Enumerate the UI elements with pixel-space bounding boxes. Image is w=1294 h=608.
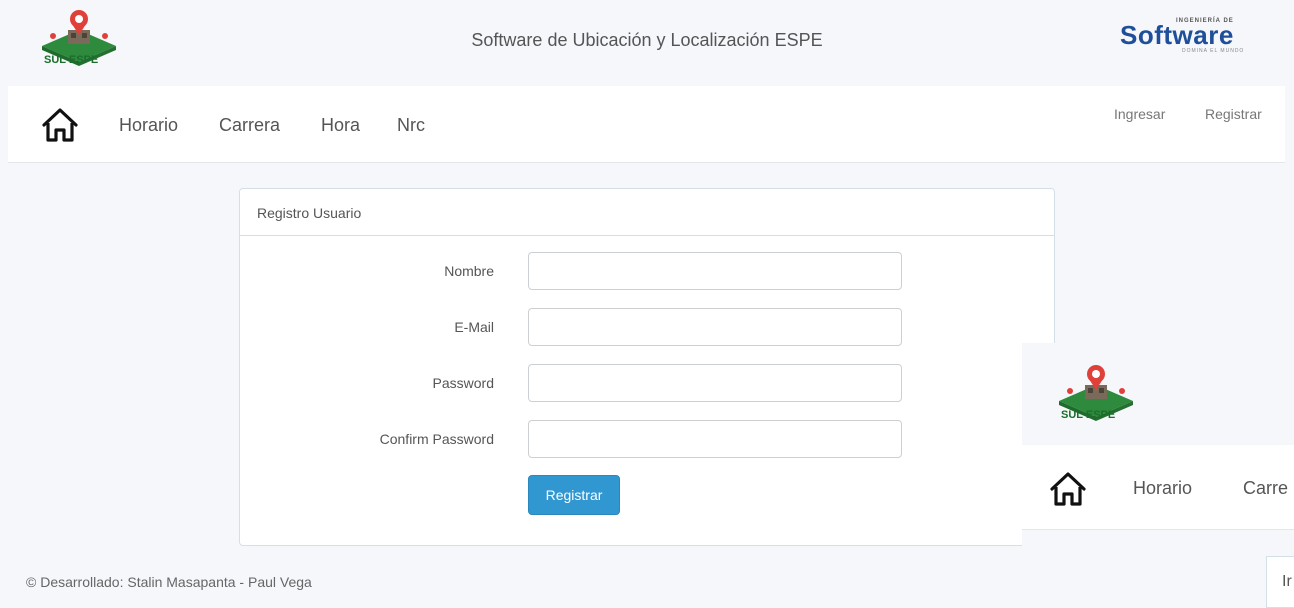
sul-espe-logo-secondary[interactable]: SUL ESPE <box>1055 363 1137 425</box>
secondary-nav-link-carrera[interactable]: Carre <box>1243 478 1288 499</box>
brand-subtitle: INGENIERÍA DE <box>1176 18 1234 24</box>
confirm-password-label: Confirm Password <box>379 431 494 447</box>
nav-link-carrera[interactable]: Carrera <box>219 115 280 136</box>
home-icon-secondary[interactable] <box>1049 471 1087 507</box>
name-input[interactable] <box>528 252 902 290</box>
card-title: Registro Usuario <box>240 189 1054 236</box>
secondary-panel: Ir <box>1266 556 1294 608</box>
secondary-nav-link-horario[interactable]: Horario <box>1133 478 1192 499</box>
nav-link-hora[interactable]: Hora <box>321 115 360 136</box>
site-title: Software de Ubicación y Localización ESP… <box>471 30 823 50</box>
secondary-panel-text: Ir <box>1282 573 1292 590</box>
name-label: Nombre <box>444 263 494 279</box>
register-submit-button[interactable]: Registrar <box>528 475 620 515</box>
register-link[interactable]: Registrar <box>1205 106 1262 122</box>
main-navbar: Horario Carrera Hora Nrc Ingresar Regist… <box>8 86 1285 163</box>
home-icon[interactable] <box>41 107 79 143</box>
svg-text:SUL ESPE: SUL ESPE <box>1061 409 1115 421</box>
brand-tagline: DOMINA EL MUNDO <box>1182 48 1245 54</box>
email-label: E-Mail <box>454 319 494 335</box>
top-banner: SUL ESPE Software de Ubicación y Localiz… <box>0 0 1294 86</box>
software-brand-logo: Software INGENIERÍA DE DOMINA EL MUNDO <box>1120 18 1260 54</box>
overlapping-window: SUL ESPE Horario Carre Ir <box>1022 343 1294 608</box>
confirm-password-input[interactable] <box>528 420 902 458</box>
login-link[interactable]: Ingresar <box>1114 106 1165 122</box>
secondary-navbar: Horario Carre <box>1022 445 1294 530</box>
svg-text:SUL ESPE: SUL ESPE <box>44 54 98 66</box>
email-input[interactable] <box>528 308 902 346</box>
password-input[interactable] <box>528 364 902 402</box>
nav-link-horario[interactable]: Horario <box>119 115 178 136</box>
password-label: Password <box>432 375 494 391</box>
nav-link-nrc[interactable]: Nrc <box>397 115 425 136</box>
registration-card: Registro Usuario Nombre E-Mail Password … <box>239 188 1055 546</box>
brand-text: Software <box>1120 20 1234 50</box>
footer-credits: © Desarrollado: Stalin Masapanta - Paul … <box>26 574 312 590</box>
